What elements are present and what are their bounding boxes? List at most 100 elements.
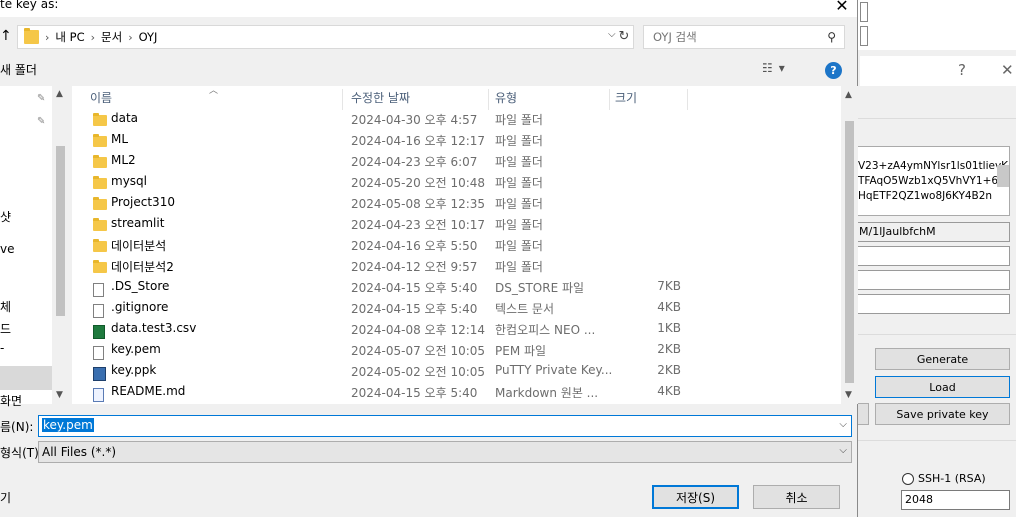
filename-input[interactable]: key.pem [42, 418, 94, 432]
column-header-date[interactable]: 수정한 날짜 [333, 89, 489, 110]
new-folder-button[interactable]: 새 폴더 [0, 61, 37, 78]
nav-item[interactable]: ve [0, 242, 14, 256]
file-row[interactable]: key.ppk 2024-05-02 오전 10:05 PuTTY Private … [72, 361, 841, 382]
file-row[interactable]: 데이터분석 2024-04-16 오후 5:50 파일 폴더 [72, 235, 841, 256]
file-date: 2024-04-15 오후 5:40 [351, 281, 478, 295]
nav-item[interactable]: 화면 [0, 392, 22, 409]
file-date: 2024-04-08 오후 12:14 [351, 323, 486, 337]
filename-label: 름(N): [0, 420, 34, 434]
file-name: key.pem [111, 342, 161, 356]
refresh-icon[interactable]: ↻ [614, 24, 634, 48]
column-header-type[interactable]: 유형 [477, 89, 610, 110]
search-input[interactable] [653, 30, 823, 44]
file-name: .DS_Store [111, 279, 170, 293]
filename-combobox[interactable]: key.pem ⌵ [38, 415, 852, 437]
pin-icon[interactable]: ✎ [37, 116, 45, 127]
scroll-up-icon[interactable]: ▲ [56, 89, 63, 99]
nav-item[interactable]: 체 [0, 298, 11, 315]
file-type: Markdown 원본 ... [495, 386, 599, 400]
chevron-down-icon[interactable]: ⌵ [839, 419, 847, 430]
breadcrumb-oyj[interactable]: OYJ [139, 30, 158, 44]
pin-icon[interactable]: ✎ [37, 93, 45, 104]
breadcrumb-this-pc[interactable]: 내 PC [55, 29, 84, 45]
key-line: HqETF2QZ1wo8J6KY4B2n [858, 190, 993, 202]
scroll-down-icon[interactable]: ▼ [845, 390, 852, 400]
load-button[interactable]: Load [875, 376, 1010, 398]
save-private-key-button[interactable]: Save private key [875, 403, 1010, 425]
column-header-name[interactable]: 이름 [72, 89, 343, 110]
help-icon[interactable]: ? [825, 62, 842, 79]
save-button[interactable]: 저장(S) [652, 485, 739, 509]
search-box[interactable]: ⚲ [643, 25, 845, 49]
public-key-textarea[interactable]: V23+zA4ymNYlsr1ls01tlievK TFAqO5Wzb1xQ5V… [856, 146, 1010, 216]
file-row[interactable]: key.pem 2024-05-07 오전 10:05 PEM 파일 2KB [72, 340, 841, 361]
confirm-passphrase-field[interactable] [856, 294, 1010, 314]
puttygen-close-button[interactable]: ✕ [1001, 61, 1014, 79]
file-row[interactable]: README.md 2024-04-15 오후 5:40 Markdown 원본 .… [72, 382, 841, 403]
nav-item[interactable]: - [0, 341, 4, 355]
file-row[interactable]: Project310 2024-05-08 오후 12:35 파일 폴더 [72, 193, 841, 214]
key-fingerprint-field[interactable]: M/1lJaulbfchM [856, 222, 1010, 242]
nav-scrollbar[interactable]: ▲ ▼ [52, 86, 69, 404]
ssh1-rsa-radio[interactable]: SSH-1 (RSA) [902, 472, 986, 485]
key-scrollbar[interactable] [997, 165, 1009, 187]
chevron-right-icon: › [128, 30, 133, 44]
puttygen-help-button[interactable]: ? [958, 61, 966, 79]
file-list-scroll-thumb[interactable] [845, 121, 854, 383]
folder-icon [24, 28, 39, 44]
chevron-down-icon[interactable]: ⌵ [839, 445, 847, 456]
file-row[interactable]: mysql 2024-05-20 오전 10:48 파일 폴더 [72, 172, 841, 193]
file-size: 2KB [657, 363, 681, 377]
folder-icon [93, 134, 107, 147]
file-row[interactable]: .gitignore 2024-04-15 오후 5:40 텍스트 문서 4KB [72, 298, 841, 319]
radio-label: SSH-1 (RSA) [918, 472, 986, 485]
filetype-select[interactable]: All Files (*.*) ⌵ [38, 441, 852, 463]
scroll-up-icon[interactable]: ▲ [845, 90, 852, 100]
divider [856, 118, 1016, 119]
file-row[interactable]: .DS_Store 2024-04-15 오후 5:40 DS_STORE 파일 7K… [72, 277, 841, 298]
file-date: 2024-05-08 오후 12:35 [351, 197, 486, 211]
file-type: 파일 폴더 [495, 176, 543, 190]
file-name: streamlit [111, 216, 165, 230]
column-header-size[interactable]: 크기 [597, 89, 688, 110]
file-row[interactable]: 데이터분석2 2024-04-12 오전 9:57 파일 폴더 [72, 256, 841, 277]
nav-item-selected[interactable] [0, 366, 52, 390]
key-comment-field[interactable] [856, 246, 1010, 266]
view-options-button[interactable]: ☷ ▾ [762, 61, 785, 75]
chevron-right-icon: › [45, 30, 50, 44]
file-type: 파일 폴더 [495, 134, 543, 148]
scroll-down-icon[interactable]: ▼ [56, 390, 63, 400]
file-type: 파일 폴더 [495, 239, 543, 253]
nav-item[interactable]: 드 [0, 320, 11, 337]
file-row[interactable]: streamlit 2024-04-23 오전 10:17 파일 폴더 [72, 214, 841, 235]
key-passphrase-field[interactable] [856, 270, 1010, 290]
hide-folders-toggle[interactable]: 기 [0, 489, 11, 506]
address-bar[interactable]: › 내 PC › 문서 › OYJ ⌵ [17, 25, 634, 49]
close-icon[interactable]: ✕ [830, 0, 854, 15]
file-type: DS_STORE 파일 [495, 281, 585, 295]
file-name: ML [111, 132, 129, 146]
nav-item[interactable]: 샷 [0, 208, 11, 225]
file-row[interactable]: data.test3.csv 2024-04-08 오후 12:14 한컴오피스 N… [72, 319, 841, 340]
file-row[interactable]: ML 2024-04-16 오후 12:17 파일 폴더 [72, 130, 841, 151]
save-as-dialog: te key as: ✕ ↑ › 내 PC › 문서 › OYJ ⌵ ↻ ⚲ 새… [0, 0, 858, 517]
file-row[interactable]: data 2024-04-30 오후 4:57 파일 폴더 [72, 109, 841, 130]
file-date: 2024-04-12 오전 9:57 [351, 260, 478, 274]
file-date: 2024-04-23 오후 6:07 [351, 155, 478, 169]
view-list-icon: ☷ [762, 61, 773, 75]
file-type: 한컴오피스 NEO ... [495, 323, 596, 337]
file-row[interactable]: ML2 2024-04-23 오후 6:07 파일 폴더 [72, 151, 841, 172]
file-list-scrollbar[interactable]: ▲ ▼ [841, 86, 858, 404]
nav-scroll-thumb[interactable] [56, 146, 65, 316]
breadcrumb-documents[interactable]: 문서 [101, 29, 122, 45]
divider [856, 334, 1016, 335]
up-arrow-icon[interactable]: ↑ [0, 28, 12, 44]
divider [856, 440, 1016, 441]
file-type: 텍스트 문서 [495, 302, 555, 316]
file-type: 파일 폴더 [495, 260, 543, 274]
generate-button[interactable]: Generate [875, 348, 1010, 370]
file-name: 데이터분석2 [111, 260, 174, 274]
cancel-button[interactable]: 취소 [753, 485, 840, 509]
search-icon: ⚲ [827, 30, 836, 44]
key-bits-field[interactable]: 2048 [901, 490, 1010, 510]
